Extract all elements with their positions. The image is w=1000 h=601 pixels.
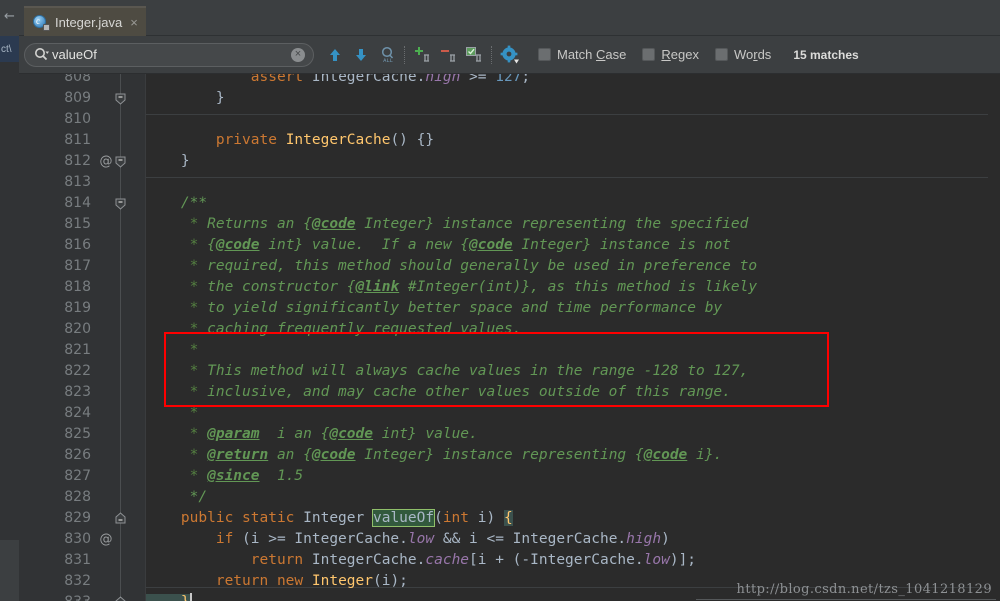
left-tool-strip: ← ct\ <box>0 0 19 601</box>
find-next-icon[interactable] <box>348 42 374 68</box>
code-line-830: if (i >= IntegerCache.low && i <= Intege… <box>146 529 670 550</box>
code-line-833: } <box>146 592 192 601</box>
left-strip-bottom <box>0 540 19 601</box>
search-icon[interactable] <box>34 47 49 62</box>
code-line-820: * caching frequently requested values. <box>146 319 521 340</box>
code-line-823: * inclusive, and may cache other values … <box>146 382 731 403</box>
match-count-label: 15 matches <box>793 48 858 62</box>
select-all-occurrences-icon[interactable] <box>461 42 487 68</box>
code-line-826: * @return an {@code Integer} instance re… <box>146 445 722 466</box>
checkbox-regex[interactable]: Regex <box>642 47 699 62</box>
watermark-url: http://blog.csdn.net/tzs_1041218129 <box>737 582 992 597</box>
code-line-829: public static Integer valueOf(int i) { <box>146 508 513 529</box>
editor-tab-bar: c Integer.java × <box>19 0 1000 36</box>
find-toolbar: × ᴀʟʟ <box>19 36 1000 74</box>
code-line-819: * to yield significantly better space an… <box>146 298 722 319</box>
code-line-815: * Returns an {@code Integer} instance re… <box>146 214 748 235</box>
code-line-821: * <box>146 340 198 361</box>
search-match-highlight[interactable]: valueOf <box>373 510 434 526</box>
code-line-824: * <box>146 403 198 424</box>
search-input[interactable] <box>49 47 291 62</box>
code-line-825: * @param i an {@code int} value. <box>146 424 478 445</box>
watermark-rule <box>696 599 996 600</box>
close-icon[interactable]: × <box>128 15 138 30</box>
tab-integer-java[interactable]: c Integer.java × <box>24 6 146 36</box>
checkbox-label: Match Case <box>557 47 626 62</box>
editor-scrollbar[interactable] <box>988 74 1000 601</box>
find-previous-icon[interactable] <box>322 42 348 68</box>
code-line-832: return new Integer(i); <box>146 571 408 592</box>
checkbox-label: Words <box>734 47 771 62</box>
gear-icon[interactable] <box>496 42 522 68</box>
checkbox-match-case[interactable]: Match Case <box>538 47 626 62</box>
checkbox-label: Regex <box>661 47 699 62</box>
code-line-817: * required, this method should generally… <box>146 256 757 277</box>
toolbar-separator-1 <box>404 46 405 64</box>
checkbox-box[interactable] <box>715 48 728 61</box>
code-line-816: * {@code int} value. If a new {@code Int… <box>146 235 731 256</box>
search-field-wrapper[interactable]: × <box>24 43 314 67</box>
intellij-editor-window: ← ct\ c Integer.java × <box>0 0 1000 601</box>
checkbox-box[interactable] <box>538 48 551 61</box>
code-line-822: * This method will always cache values i… <box>146 361 748 382</box>
code-line-831: return IntegerCache.cache[i + (-IntegerC… <box>146 550 696 571</box>
code-line-828: */ <box>146 487 207 508</box>
add-selection-icon[interactable] <box>409 42 435 68</box>
code-line-809: } <box>146 88 225 109</box>
code-line-812: } <box>146 151 190 172</box>
code-line-808: assert IntegerCache.high >= 127; <box>146 74 530 88</box>
breadcrumb-sliver: ct\ <box>0 36 19 62</box>
clear-search-icon[interactable]: × <box>291 48 305 62</box>
checkbox-box[interactable] <box>642 48 655 61</box>
back-arrow-icon[interactable]: ← <box>0 5 19 27</box>
svg-text:ᴀʟʟ: ᴀʟʟ <box>383 57 393 63</box>
find-all-occurrences-icon[interactable]: ᴀʟʟ <box>374 42 400 68</box>
text-caret <box>190 593 192 601</box>
tab-title: Integer.java <box>55 15 122 30</box>
code-editor[interactable]: 808 809 810 811 @ 812 813 814 815 816 81… <box>19 74 1000 601</box>
left-strip-filler <box>0 62 19 540</box>
code-line-811: private IntegerCache() {} <box>146 130 434 151</box>
code-line-818: * the constructor {@link #Integer(int)},… <box>146 277 757 298</box>
remove-occurrence-icon[interactable] <box>435 42 461 68</box>
code-line-814: /** <box>146 193 207 214</box>
toolbar-separator-2 <box>491 46 492 64</box>
code-line-827: * @since 1.5 <box>146 466 303 487</box>
java-class-icon: c <box>33 14 49 30</box>
checkbox-words[interactable]: Words <box>715 47 771 62</box>
